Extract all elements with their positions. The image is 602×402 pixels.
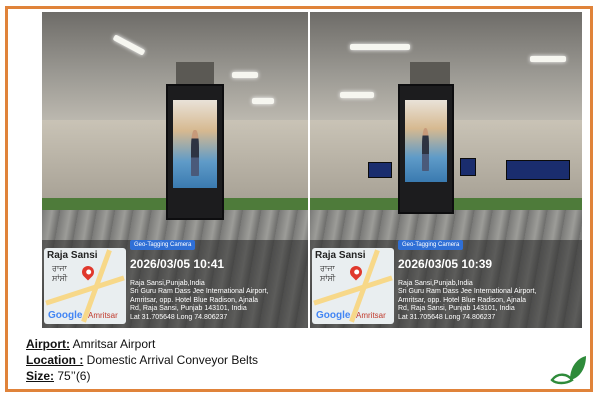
size-label: Size: [26,369,55,383]
address-line: Sri Guru Ram Dass Jee International Airp… [130,288,269,296]
timestamp: 2026/03/05 10:39 [398,257,493,271]
address-line: Rd, Raja Sansi, Punjab 143101, India [130,305,247,313]
map-pin-icon [79,263,97,281]
address-block: Raja Sansi,Punjab,India Sri Guru Ram Das… [398,280,574,322]
map-pin-icon [347,263,365,281]
coordinates: Lat 31.705648 Long 74.806237 [130,313,228,321]
geo-tag-overlay: Raja Sansi ਰਾਜਾ ਸਾਂਸੀ Google Amritsar Ge… [310,240,582,328]
google-logo: Google [48,310,83,321]
location-label: Location : [26,353,84,367]
camera-badge: Geo-Tagging Camera [398,240,464,250]
digital-kiosk [398,84,454,214]
map-place-name: Raja Sansi [315,250,366,261]
map-town: Amritsar [88,311,118,320]
airport-row: Airport: Amritsar Airport [26,336,258,352]
address-line: Raja Sansi,Punjab,India [130,279,205,287]
digital-kiosk [166,84,224,220]
ceiling-light [350,44,410,50]
ad-person [421,127,430,171]
photo-left: Raja Sansi ਰਾਜਾ ਸਾਂਸੀ Google Amritsar Ge… [42,12,308,328]
map-place-name: ਸਾਂਸੀ [52,274,68,283]
kiosk-screen [405,100,447,182]
address-line: Rd, Raja Sansi, Punjab 143101, India [398,305,515,313]
mini-map: Raja Sansi ਰਾਜਾ ਸਾਂਸੀ Google Amritsar [44,248,126,324]
map-place-name: ਰਾਜਾ [52,264,67,273]
address-line: Raja Sansi,Punjab,India [398,279,473,287]
map-place-name: ਸਾਂਸੀ [320,274,336,283]
map-place-name: ਰਾਜਾ [320,264,335,273]
airport-label: Airport: [26,337,70,351]
address-line: Amritsar, opp. Hotel Blue Radison, Ajnal… [130,296,259,304]
leaf-logo-icon [550,356,586,385]
ceiling-light [530,56,566,62]
geo-tag-overlay: Raja Sansi ਰਾਜਾ ਸਾਂਸੀ Google Amritsar Ge… [42,240,308,328]
address-block: Raja Sansi,Punjab,India Sri Guru Ram Das… [130,280,306,322]
ceiling-light [232,72,258,78]
location-value: Domestic Arrival Conveyor Belts [83,353,259,367]
wall-screen [460,158,476,176]
site-info: Airport: Amritsar Airport Location : Dom… [26,336,258,384]
location-row: Location : Domestic Arrival Conveyor Bel… [26,352,258,368]
photo-right: Raja Sansi ਰਾਜਾ ਸਾਂਸੀ Google Amritsar Ge… [310,12,582,328]
ceiling-light [252,98,274,104]
timestamp: 2026/03/05 10:41 [130,257,225,271]
address-line: Sri Guru Ram Dass Jee International Airp… [398,288,537,296]
google-logo: Google [316,310,351,321]
map-town: Amritsar [356,311,386,320]
kiosk-screen [173,100,217,188]
camera-badge: Geo-Tagging Camera [130,240,196,250]
coordinates: Lat 31.705648 Long 74.806237 [398,313,496,321]
wall-screen [506,160,570,180]
size-row: Size: 75’’(6) [26,368,258,384]
airport-value: Amritsar Airport [70,337,156,351]
size-value: 75’’(6) [54,369,91,383]
ad-person [190,129,199,176]
wall-screen [368,162,392,178]
mini-map: Raja Sansi ਰਾਜਾ ਸਾਂਸੀ Google Amritsar [312,248,394,324]
map-place-name: Raja Sansi [47,250,98,261]
ceiling-light [340,92,374,98]
address-line: Amritsar, opp. Hotel Blue Radison, Ajnal… [398,296,527,304]
